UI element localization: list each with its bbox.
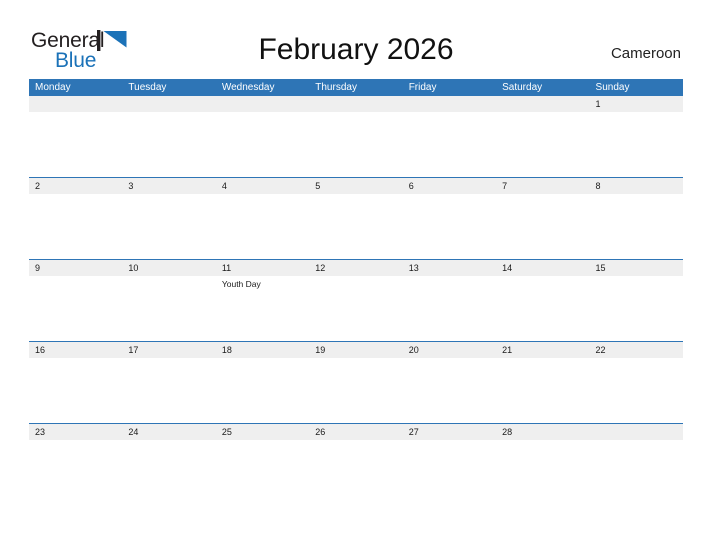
- day-cell[interactable]: [403, 276, 496, 341]
- day-cell[interactable]: [309, 194, 402, 259]
- day-number-band: 1: [29, 96, 683, 112]
- day-number[interactable]: 9: [29, 260, 122, 276]
- day-number[interactable]: [216, 96, 309, 112]
- weeks-container: 1 2 3 4 5 6 7 8 9 10 11 12 13 14 15 Youth Day 16 17 18 19 20…: [29, 96, 683, 505]
- day-number[interactable]: 24: [122, 424, 215, 440]
- weekday-header-sunday: Sunday: [595, 82, 630, 93]
- day-cell[interactable]: [29, 358, 122, 423]
- day-number[interactable]: [590, 424, 683, 440]
- day-number[interactable]: 12: [309, 260, 402, 276]
- calendar-week-row: 23 24 25 26 27 28: [29, 423, 683, 505]
- day-event-band: [29, 358, 683, 423]
- day-number[interactable]: 7: [496, 178, 589, 194]
- day-cell[interactable]: [29, 276, 122, 341]
- day-number[interactable]: 6: [403, 178, 496, 194]
- day-number[interactable]: 16: [29, 342, 122, 358]
- day-cell[interactable]: [590, 194, 683, 259]
- day-number[interactable]: [29, 96, 122, 112]
- day-number[interactable]: 22: [590, 342, 683, 358]
- day-number[interactable]: 17: [122, 342, 215, 358]
- day-cell[interactable]: [590, 440, 683, 505]
- day-cell[interactable]: [590, 112, 683, 177]
- day-number[interactable]: 3: [122, 178, 215, 194]
- day-cell[interactable]: [122, 276, 215, 341]
- day-number[interactable]: 13: [403, 260, 496, 276]
- day-cell[interactable]: [403, 358, 496, 423]
- day-number[interactable]: 8: [590, 178, 683, 194]
- day-number[interactable]: 14: [496, 260, 589, 276]
- day-number[interactable]: [496, 96, 589, 112]
- day-cell[interactable]: [29, 112, 122, 177]
- day-cell[interactable]: [216, 194, 309, 259]
- weekday-header-friday: Friday: [408, 82, 437, 93]
- day-cell[interactable]: [29, 440, 122, 505]
- weekday-header-tuesday: Tuesday: [128, 82, 167, 93]
- day-cell[interactable]: [309, 112, 402, 177]
- day-number[interactable]: 4: [216, 178, 309, 194]
- calendar-week-row: 9 10 11 12 13 14 15 Youth Day: [29, 259, 683, 341]
- day-cell[interactable]: [590, 358, 683, 423]
- day-event-band: [29, 440, 683, 505]
- day-cell[interactable]: [122, 440, 215, 505]
- day-number[interactable]: 26: [309, 424, 402, 440]
- day-cell[interactable]: [309, 276, 402, 341]
- day-number[interactable]: 10: [122, 260, 215, 276]
- day-cell[interactable]: [216, 358, 309, 423]
- page-header: General Blue February 2026 Cameroon: [0, 0, 712, 78]
- day-cell[interactable]: [496, 194, 589, 259]
- day-number[interactable]: 2: [29, 178, 122, 194]
- day-cell[interactable]: [496, 440, 589, 505]
- weekday-header-monday: Monday: [35, 82, 71, 93]
- day-number[interactable]: 27: [403, 424, 496, 440]
- day-cell[interactable]: [122, 112, 215, 177]
- day-number[interactable]: [403, 96, 496, 112]
- day-number[interactable]: 18: [216, 342, 309, 358]
- page-title: February 2026: [258, 33, 454, 66]
- day-number[interactable]: 19: [309, 342, 402, 358]
- calendar-week-row: 16 17 18 19 20 21 22: [29, 341, 683, 423]
- day-cell[interactable]: [309, 358, 402, 423]
- calendar-event[interactable]: Youth Day: [222, 278, 309, 290]
- calendar-grid: Monday Tuesday Wednesday Thursday Friday Satu…: [29, 79, 683, 505]
- day-cell[interactable]: [309, 440, 402, 505]
- day-number-band: 16 17 18 19 20 21 22: [29, 342, 683, 358]
- day-number[interactable]: 25: [216, 424, 309, 440]
- day-number[interactable]: [309, 96, 402, 112]
- weekday-header-row: Monday Tuesday Wednesday Thursday Friday Satu…: [29, 79, 683, 96]
- day-cell[interactable]: [216, 440, 309, 505]
- weekday-header-thursday: Thursday: [315, 82, 357, 93]
- day-cell[interactable]: [122, 194, 215, 259]
- day-cell[interactable]: [403, 194, 496, 259]
- day-cell[interactable]: [403, 112, 496, 177]
- day-cell[interactable]: [496, 358, 589, 423]
- calendar-week-row: 2345678: [29, 177, 683, 259]
- day-cell[interactable]: [403, 440, 496, 505]
- day-cell[interactable]: [122, 358, 215, 423]
- day-event-band: [29, 194, 683, 259]
- day-number[interactable]: 23: [29, 424, 122, 440]
- day-number-band: 2345678: [29, 178, 683, 194]
- day-cell[interactable]: Youth Day: [216, 276, 309, 341]
- day-number-band: 9 10 11 12 13 14 15: [29, 260, 683, 276]
- day-number[interactable]: 1: [590, 96, 683, 112]
- country-label: Cameroon: [610, 45, 681, 62]
- day-number[interactable]: 28: [496, 424, 589, 440]
- day-cell[interactable]: [590, 276, 683, 341]
- day-cell[interactable]: [496, 276, 589, 341]
- day-number[interactable]: [122, 96, 215, 112]
- day-number[interactable]: 5: [309, 178, 402, 194]
- day-number[interactable]: 21: [496, 342, 589, 358]
- day-cell[interactable]: [496, 112, 589, 177]
- day-number[interactable]: 11: [216, 260, 309, 276]
- day-event-band: Youth Day: [29, 276, 683, 341]
- day-event-band: [29, 112, 683, 177]
- day-number[interactable]: 15: [590, 260, 683, 276]
- weekday-header-saturday: Saturday: [502, 82, 543, 93]
- day-cell[interactable]: [216, 112, 309, 177]
- weekday-header-wednesday: Wednesday: [221, 82, 275, 93]
- day-number[interactable]: 20: [403, 342, 496, 358]
- calendar-week-row: 1: [29, 96, 683, 177]
- day-number-band: 23 24 25 26 27 28: [29, 424, 683, 440]
- day-cell[interactable]: [29, 194, 122, 259]
